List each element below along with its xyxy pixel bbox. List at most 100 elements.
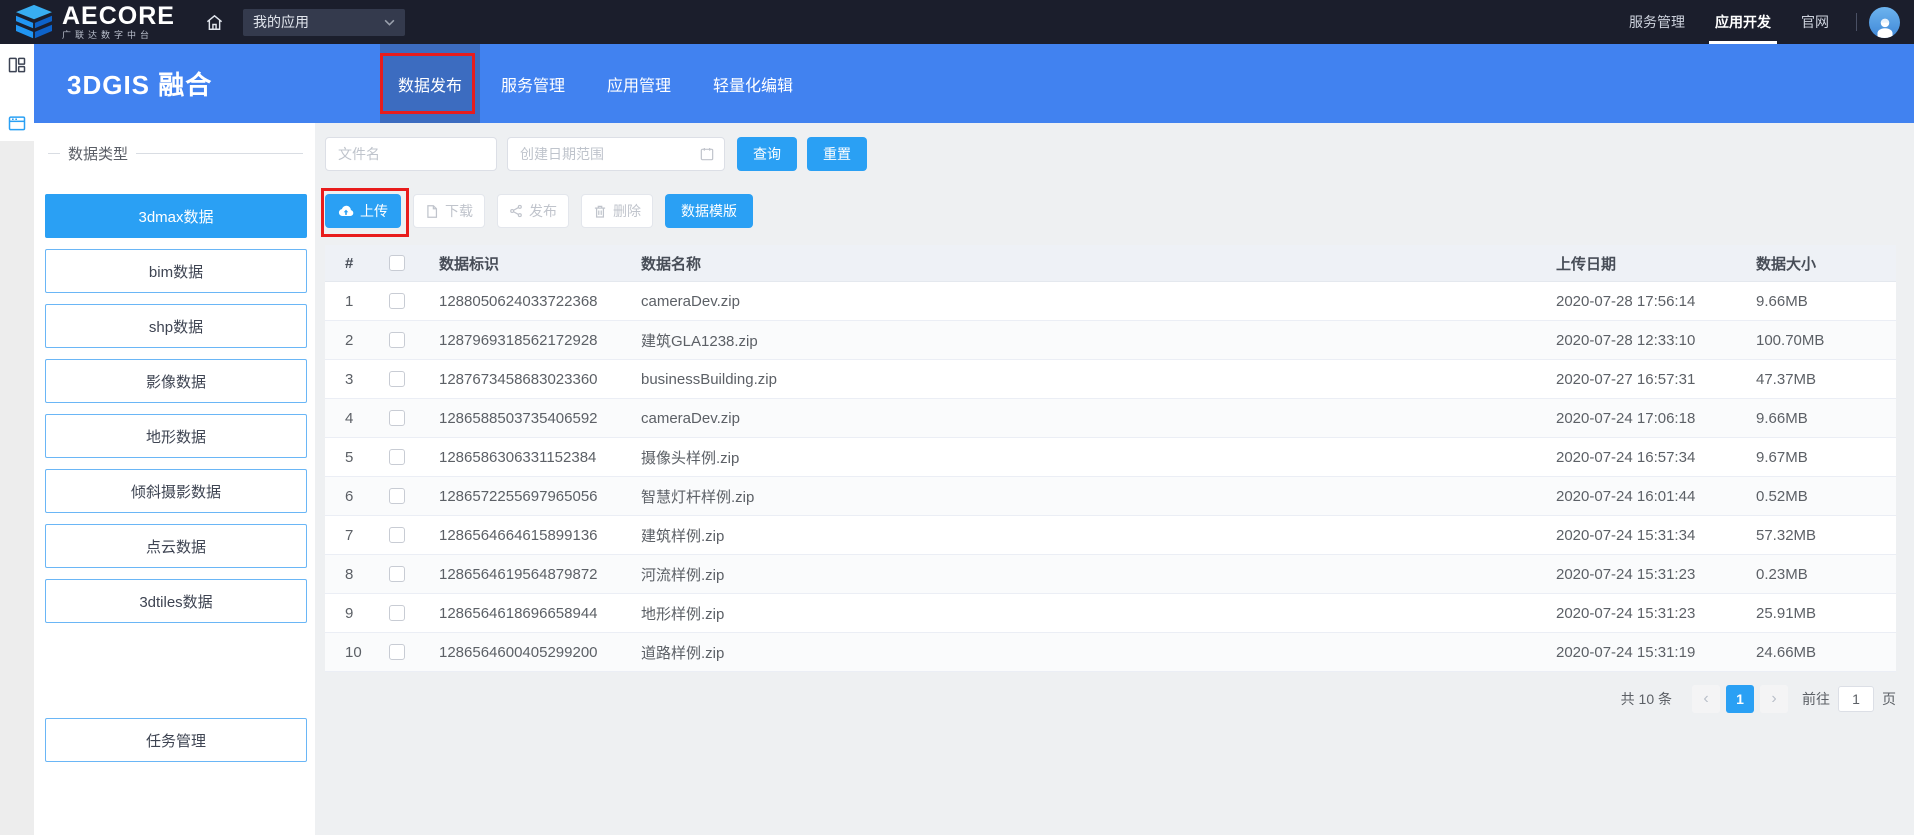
row-upload-date: 2020-07-24 15:31:23 [1556,566,1756,583]
row-checkbox[interactable] [389,410,405,426]
upload-button[interactable]: 上传 [325,194,401,228]
pagination: 共 10 条 ‹ 1 › 前往 页 [325,685,1896,713]
user-avatar[interactable] [1869,7,1900,38]
download-button[interactable]: 下载 [413,194,485,228]
row-checkbox[interactable] [389,371,405,387]
table-row: 3 1287673458683023360 businessBuilding.z… [325,360,1896,399]
row-data-id: 1288050624033722368 [439,293,641,310]
row-data-id: 1286588503735406592 [439,410,641,427]
row-upload-date: 2020-07-24 15:31:19 [1556,644,1756,661]
row-data-size: 0.23MB [1756,566,1896,583]
table-row: 9 1286564618696658944 地形样例.zip 2020-07-2… [325,594,1896,633]
row-data-name: businessBuilding.zip [641,371,1556,388]
goto-page-input[interactable] [1838,686,1874,712]
date-range-input[interactable] [507,137,725,171]
publish-button[interactable]: 发布 [497,194,569,228]
header-tabs: 数据发布 服务管理 应用管理 轻量化编辑 [380,44,814,123]
home-icon [205,13,224,32]
table-row: 7 1286564664615899136 建筑样例.zip 2020-07-2… [325,516,1896,555]
row-data-size: 100.70MB [1756,332,1896,349]
publish-label: 发布 [529,201,557,221]
sidebar-item-shp[interactable]: shp数据 [45,304,307,348]
reset-button[interactable]: 重置 [807,137,867,171]
table-row: 4 1286588503735406592 cameraDev.zip 2020… [325,399,1896,438]
sidebar-item-bim[interactable]: bim数据 [45,249,307,293]
filter-row: 查询 重置 [325,137,1896,171]
row-checkbox[interactable] [389,527,405,543]
row-data-id: 1286564619564879872 [439,566,641,583]
select-all-checkbox[interactable] [389,255,405,271]
sidebar-item-3dmax[interactable]: 3dmax数据 [45,194,307,238]
row-checkbox[interactable] [389,449,405,465]
row-upload-date: 2020-07-24 15:31:23 [1556,605,1756,622]
search-button[interactable]: 查询 [737,137,797,171]
row-data-id: 1287673458683023360 [439,371,641,388]
sidebar-item-task-mgmt[interactable]: 任务管理 [45,718,307,762]
delete-button[interactable]: 删除 [581,194,653,228]
row-index: 9 [345,605,389,622]
row-data-size: 9.67MB [1756,449,1896,466]
row-data-id: 1287969318562172928 [439,332,641,349]
table-row: 2 1287969318562172928 建筑GLA1238.zip 2020… [325,321,1896,360]
col-data-id: 数据标识 [439,253,641,274]
upload-label: 上传 [360,201,388,221]
window-panel-icon[interactable] [7,113,27,133]
page-unit-label: 页 [1882,689,1896,709]
topbar-link-app-dev[interactable]: 应用开发 [1713,0,1773,44]
row-index: 3 [345,371,389,388]
topbar-link-service-mgmt[interactable]: 服务管理 [1627,0,1687,44]
table-row: 6 1286572255697965056 智慧灯杆样例.zip 2020-07… [325,477,1896,516]
row-data-id: 1286564618696658944 [439,605,641,622]
tab-data-publish[interactable]: 数据发布 [380,44,480,123]
filename-input[interactable] [325,137,497,171]
row-checkbox[interactable] [389,293,405,309]
sidebar-section-label: 数据类型 [48,143,303,164]
tab-app-mgmt[interactable]: 应用管理 [586,44,692,123]
logo-mark-icon [12,4,56,40]
row-data-size: 24.66MB [1756,644,1896,661]
download-label: 下载 [445,201,473,221]
sidebar-item-3dtiles[interactable]: 3dtiles数据 [45,579,307,623]
col-upload-date: 上传日期 [1556,253,1756,274]
topbar-divider [1856,13,1857,31]
row-data-name: 建筑GLA1238.zip [641,330,1556,351]
grid-layout-icon[interactable] [7,55,27,75]
table-row: 1 1288050624033722368 cameraDev.zip 2020… [325,282,1896,321]
data-template-button[interactable]: 数据模版 [665,194,753,228]
row-upload-date: 2020-07-24 15:31:34 [1556,527,1756,544]
page-number-1[interactable]: 1 [1726,685,1754,713]
calendar-icon [699,146,715,162]
prev-page-button[interactable]: ‹ [1692,685,1720,713]
sidebar-item-pointcloud[interactable]: 点云数据 [45,524,307,568]
sidebar-data-types: 数据类型 3dmax数据 bim数据 shp数据 影像数据 地形数据 倾斜摄影数… [34,123,315,835]
download-icon [425,204,439,219]
row-data-id: 1286572255697965056 [439,488,641,505]
row-checkbox[interactable] [389,605,405,621]
row-data-name: 河流样例.zip [641,564,1556,585]
row-checkbox[interactable] [389,644,405,660]
sidebar-item-imagery[interactable]: 影像数据 [45,359,307,403]
row-upload-date: 2020-07-24 16:57:34 [1556,449,1756,466]
table-row: 10 1286564600405299200 道路样例.zip 2020-07-… [325,633,1896,672]
row-checkbox[interactable] [389,488,405,504]
row-checkbox[interactable] [389,332,405,348]
user-avatar-icon [1873,16,1897,38]
pagination-total: 共 10 条 [1621,689,1672,709]
row-index: 10 [345,644,389,661]
table-header-row: # 数据标识 数据名称 上传日期 数据大小 [325,245,1896,282]
row-index: 1 [345,293,389,310]
sidebar-item-oblique-photo[interactable]: 倾斜摄影数据 [45,469,307,513]
sidebar-item-terrain[interactable]: 地形数据 [45,414,307,458]
topbar-link-official-site[interactable]: 官网 [1799,0,1831,44]
next-page-button[interactable]: › [1760,685,1788,713]
row-checkbox[interactable] [389,566,405,582]
goto-label: 前往 [1802,689,1830,709]
home-button[interactable] [203,10,227,34]
app-header: 3DGIS 融合 数据发布 服务管理 应用管理 轻量化编辑 [34,44,1914,123]
app-title: 3DGIS 融合 [67,65,212,102]
tab-lightweight-edit[interactable]: 轻量化编辑 [692,44,814,123]
row-data-size: 0.52MB [1756,488,1896,505]
app-select-dropdown[interactable]: 我的应用 [243,9,405,36]
tab-service-mgmt[interactable]: 服务管理 [480,44,586,123]
row-index: 6 [345,488,389,505]
